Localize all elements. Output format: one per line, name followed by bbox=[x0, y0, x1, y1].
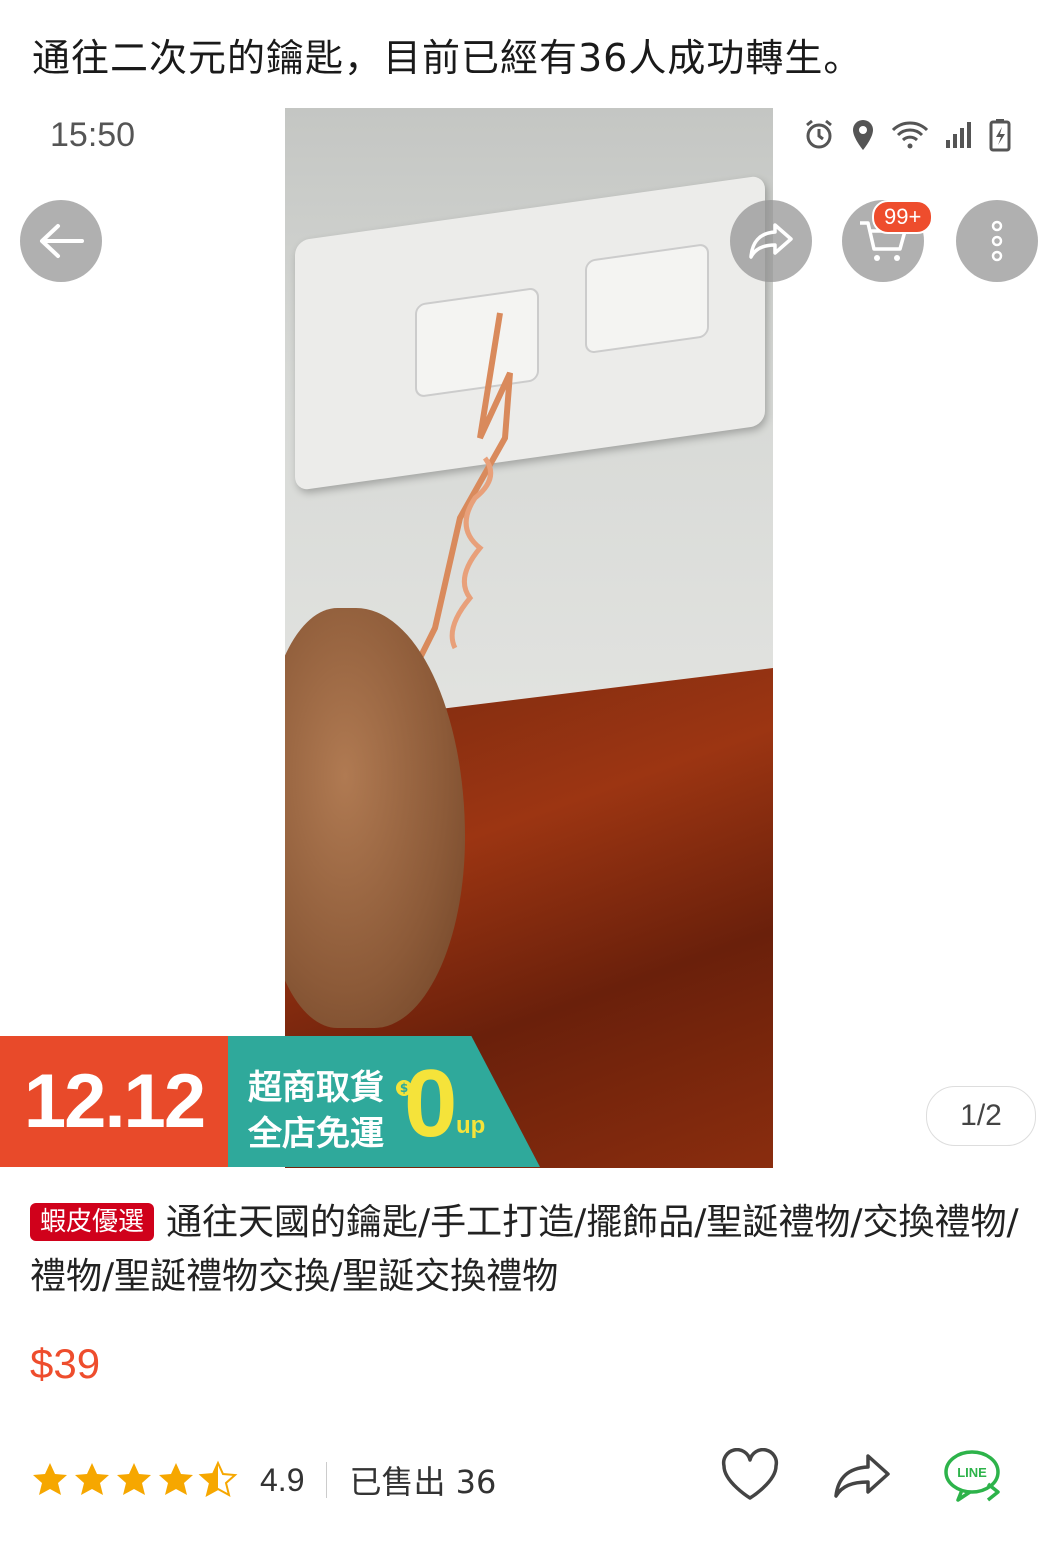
back-arrow-icon bbox=[40, 224, 84, 258]
line-share-button[interactable]: LINE bbox=[942, 1448, 1008, 1508]
share-product-button[interactable] bbox=[832, 1448, 892, 1508]
rating-divider bbox=[326, 1462, 328, 1498]
star-icon bbox=[159, 1463, 193, 1495]
promo-date: 12.12 bbox=[0, 1036, 228, 1167]
like-button[interactable] bbox=[720, 1447, 780, 1508]
promo-banner[interactable]: 12.12 超商取貨 全店免運 $ 0 up bbox=[0, 1036, 540, 1167]
preferred-tag: 蝦皮優選 bbox=[30, 1203, 155, 1241]
status-time: 15:50 bbox=[50, 116, 136, 154]
product-title: 蝦皮優選 通往天國的鑰匙/手工打造/擺飾品/聖誕禮物/交換禮物/禮物/聖誕禮物交換… bbox=[30, 1196, 1020, 1304]
promo-line-2: 全店免運 bbox=[248, 1114, 384, 1154]
back-button[interactable] bbox=[20, 200, 102, 282]
gallery-indicator: 1/2 bbox=[926, 1086, 1036, 1146]
promo-up: up bbox=[456, 1112, 486, 1139]
status-icons bbox=[802, 118, 1012, 156]
rating-stars[interactable] bbox=[30, 1460, 238, 1500]
share-button[interactable] bbox=[730, 200, 812, 282]
share-icon bbox=[749, 223, 793, 259]
rating-value: 4.9 bbox=[260, 1461, 305, 1498]
share-outline-icon bbox=[834, 1454, 890, 1498]
alarm-icon bbox=[802, 118, 836, 156]
product-photo[interactable] bbox=[285, 108, 773, 1168]
promo-free-shipping: 超商取貨 全店免運 $ 0 up bbox=[228, 1036, 540, 1167]
promo-line-1: 超商取貨 bbox=[248, 1068, 384, 1108]
rating-row: 4.9 已售出 36 bbox=[30, 1450, 496, 1510]
star-icon bbox=[75, 1463, 109, 1495]
svg-text:LINE: LINE bbox=[957, 1465, 987, 1480]
product-price: $39 bbox=[30, 1340, 101, 1387]
battery-icon bbox=[988, 118, 1012, 156]
more-button[interactable] bbox=[956, 200, 1038, 282]
post-caption: 通往二次元的鑰匙，目前已經有36人成功轉生。 bbox=[32, 36, 863, 80]
sold-count: 已售出 36 bbox=[349, 1463, 497, 1501]
wifi-icon bbox=[890, 120, 930, 154]
location-icon bbox=[850, 118, 876, 156]
star-half-icon bbox=[198, 1460, 238, 1497]
star-icon bbox=[117, 1463, 151, 1495]
line-icon: LINE bbox=[944, 1450, 1000, 1502]
signal-icon bbox=[944, 120, 974, 154]
heart-icon bbox=[721, 1447, 779, 1500]
promo-zero: 0 bbox=[404, 1050, 458, 1157]
product-title-text: 通往天國的鑰匙/手工打造/擺飾品/聖誕禮物/交換禮物/禮物/聖誕禮物交換/聖誕交… bbox=[30, 1202, 1019, 1297]
more-icon bbox=[991, 220, 1003, 262]
star-icon bbox=[33, 1463, 67, 1495]
cart-badge: 99+ bbox=[872, 200, 934, 234]
